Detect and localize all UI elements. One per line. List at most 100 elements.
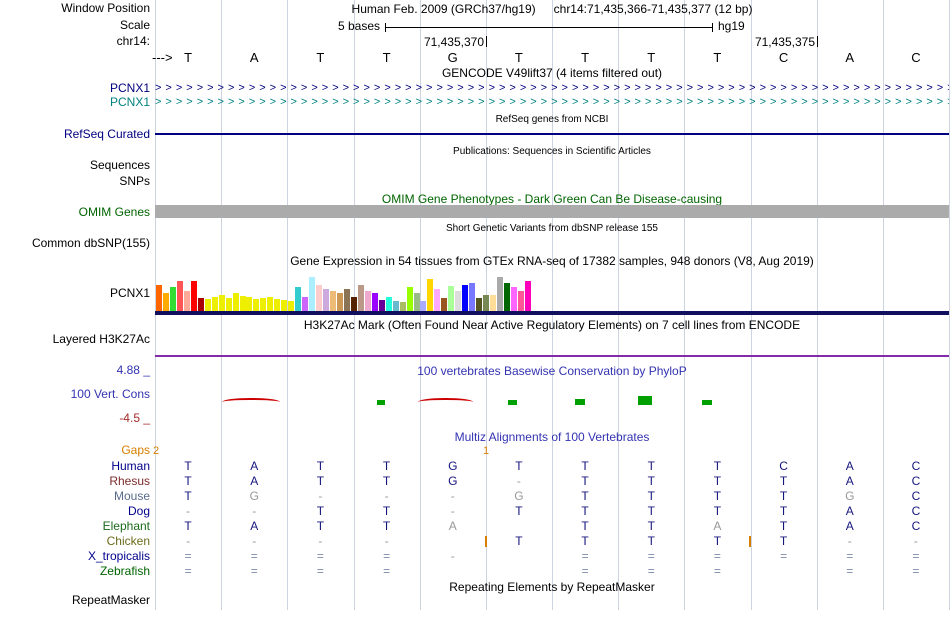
alignment-base: - (384, 489, 389, 503)
alignment-base: A (250, 519, 259, 533)
alignment-base: T (382, 459, 391, 473)
alignment-base: T (647, 474, 655, 488)
alignment-base: = (581, 564, 589, 578)
alignment-base: C (911, 474, 921, 488)
alignment-base: C (779, 459, 788, 473)
alignment-base: T (382, 474, 391, 488)
alignment-base: T (779, 534, 788, 548)
alignment-base: T (515, 504, 523, 518)
alignment-base: - (318, 534, 323, 548)
alignment-base: T (515, 459, 523, 473)
alignment-base: - (252, 504, 257, 518)
alignment-row-mouse[interactable]: Mouse T G - - - G T T T T G C (0, 489, 950, 504)
alignment-row-dog[interactable]: Dog - - T T - T T T T T A C (0, 504, 950, 519)
alignment-base: - (450, 489, 455, 503)
alignment-base: A (250, 459, 259, 473)
alignment-base: = (912, 549, 920, 563)
alignment-base: A (250, 474, 259, 488)
alignment-base: = (713, 564, 721, 578)
alignment-base: T (581, 504, 589, 518)
multiz-rows: Human T A T T G T T T T C A C Rhesus T A T T G - T T T T A C Mouse… (0, 0, 950, 624)
alignment-base: T (713, 474, 722, 488)
alignment-base: T (779, 519, 788, 533)
alignment-base: - (186, 504, 191, 518)
alignment-base: = (383, 564, 391, 578)
insertion-tick (485, 536, 487, 547)
alignment-base: = (581, 549, 589, 563)
alignment-base: A (845, 504, 854, 518)
alignment-row-zebrafish[interactable]: Zebrafish = = = = = = = = = (0, 564, 950, 579)
alignment-base: - (318, 489, 323, 503)
alignment-base: - (913, 534, 918, 548)
alignment-base: T (382, 504, 391, 518)
alignment-base: T (581, 474, 589, 488)
species-label[interactable]: Rhesus (0, 474, 150, 489)
alignment-base: T (647, 519, 655, 533)
alignment-row-chicken[interactable]: Chicken - - - - T T T T T - - (0, 534, 950, 549)
alignment-base: C (911, 504, 921, 518)
alignment-base: = (316, 564, 324, 578)
alignment-base: G (249, 489, 259, 503)
alignment-base: T (184, 519, 192, 533)
alignment-row-rhesus[interactable]: Rhesus T A T T G - T T T T A C (0, 474, 950, 489)
alignment-base: = (647, 564, 655, 578)
alignment-base: = (713, 549, 721, 563)
alignment-base: T (184, 489, 192, 503)
alignment-base: = (780, 549, 788, 563)
alignment-base: T (713, 504, 722, 518)
species-label[interactable]: Zebrafish (0, 564, 150, 579)
ucsc-genome-browser: Window Position Human Feb. 2009 (GRCh37/… (0, 0, 950, 624)
alignment-base: T (184, 459, 192, 473)
alignment-base: = (184, 549, 192, 563)
alignment-base: - (450, 549, 455, 563)
alignment-base: T (316, 459, 325, 473)
alignment-base: T (713, 489, 722, 503)
alignment-base: = (846, 564, 854, 578)
alignment-base: T (581, 534, 589, 548)
alignment-base: A (845, 459, 854, 473)
species-label[interactable]: X_tropicalis (0, 549, 150, 564)
alignment-base: = (846, 549, 854, 563)
insertion-tick (749, 536, 751, 547)
alignment-base: C (911, 489, 921, 503)
alignment-base: T (581, 459, 589, 473)
alignment-base: T (382, 519, 391, 533)
alignment-base: - (384, 534, 389, 548)
alignment-base: A (845, 519, 854, 533)
alignment-base: A (448, 519, 457, 533)
alignment-row-x-tropicalis[interactable]: X_tropicalis = = = = - = = = = = = (0, 549, 950, 564)
alignment-base: T (647, 504, 655, 518)
alignment-row-human[interactable]: Human T A T T G T T T T C A C (0, 459, 950, 474)
repeatmasker-label[interactable]: RepeatMasker (0, 594, 150, 607)
alignment-base: G (448, 459, 458, 473)
alignment-base: = (912, 564, 920, 578)
alignment-base: - (186, 534, 191, 548)
alignment-base: - (516, 474, 521, 488)
alignment-base: = (250, 564, 258, 578)
alignment-base: A (845, 474, 854, 488)
alignment-base: T (647, 489, 655, 503)
alignment-base: T (779, 474, 788, 488)
alignment-base: T (316, 474, 325, 488)
alignment-base: C (911, 459, 921, 473)
alignment-base: - (252, 534, 257, 548)
repeatmasker-title: Repeating Elements by RepeatMasker (449, 580, 655, 594)
species-label[interactable]: Chicken (0, 534, 150, 549)
species-label[interactable]: Mouse (0, 489, 150, 504)
alignment-base: G (845, 489, 855, 503)
alignment-base: T (316, 519, 325, 533)
species-label[interactable]: Human (0, 459, 150, 474)
alignment-base: = (316, 549, 324, 563)
alignment-base: T (515, 534, 523, 548)
alignment-base: - (450, 504, 455, 518)
alignment-base: = (647, 549, 655, 563)
species-label[interactable]: Elephant (0, 519, 150, 534)
alignment-base: A (713, 519, 722, 533)
alignment-base: T (779, 504, 788, 518)
alignment-base: T (184, 474, 192, 488)
species-label[interactable]: Dog (0, 504, 150, 519)
alignment-base: T (779, 489, 788, 503)
alignment-base: T (713, 459, 722, 473)
alignment-base: G (448, 474, 458, 488)
alignment-row-elephant[interactable]: Elephant T A T T A T T A T A C (0, 519, 950, 534)
